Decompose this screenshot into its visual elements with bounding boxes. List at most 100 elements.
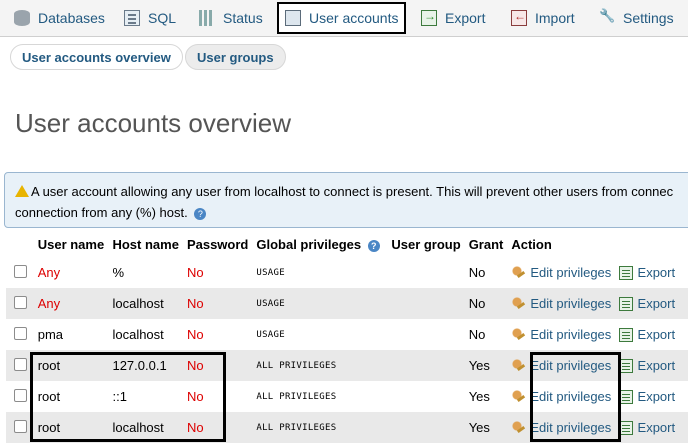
tab-sql[interactable]: SQL [118, 3, 176, 33]
tab-label: Databases [38, 10, 105, 26]
header-global-privileges: Global privileges ? [252, 232, 387, 257]
tab-label: User accounts [309, 10, 399, 26]
row-checkbox[interactable] [14, 295, 27, 309]
cell-user-group [387, 350, 465, 381]
row-select [6, 412, 34, 443]
database-icon [14, 10, 30, 26]
edit-privileges-icon [511, 328, 526, 343]
edit-privileges-link[interactable]: Edit privileges [511, 419, 612, 436]
tab-databases[interactable]: Databases [8, 3, 105, 33]
cell-global-privileges: USAGE [252, 319, 388, 350]
header-host-name: Host name [112, 237, 179, 252]
tab-user-accounts[interactable]: User accounts [277, 2, 406, 34]
tab-label: Settings [623, 10, 674, 26]
table-header-row: User name Host name Password Global priv… [6, 232, 688, 257]
warning-notice: A user account allowing any user from lo… [4, 172, 688, 228]
header-grant: Grant [468, 237, 504, 252]
header-select [6, 232, 34, 257]
cell-grant: No [464, 288, 508, 319]
cell-global-privileges: ALL PRIVILEGES [252, 412, 388, 443]
tab-label: Status [223, 10, 263, 26]
edit-privileges-link[interactable]: Edit privileges [511, 357, 612, 374]
row-select [6, 288, 34, 319]
cell-global-privileges: USAGE [252, 257, 388, 288]
row-select [6, 381, 34, 412]
cell-action: Edit privileges Export [507, 319, 688, 350]
status-icon [199, 10, 215, 26]
user-accounts-table: User name Host name Password Global priv… [6, 232, 688, 443]
header-global-privileges-label: Global privileges [256, 237, 362, 252]
edit-privileges-link[interactable]: Edit privileges [511, 265, 611, 281]
header-action: Action [511, 237, 552, 252]
edit-privileges-icon [511, 421, 526, 436]
edit-privileges-label: Edit privileges [530, 357, 612, 373]
cell-user-name: root [33, 412, 109, 443]
edit-privileges-icon [511, 359, 526, 374]
row-checkbox[interactable] [14, 419, 27, 433]
subtab-user-groups[interactable]: User groups [185, 44, 286, 70]
row-checkbox[interactable] [14, 264, 27, 278]
header-password: Password [186, 237, 249, 252]
warning-icon [15, 185, 29, 197]
cell-user-group [387, 381, 465, 412]
table-row: Any localhost No USAGE No Edit privileges Exp… [6, 288, 688, 319]
export-link[interactable]: Export [618, 358, 675, 374]
cell-global-privileges: ALL PRIVILEGES [252, 381, 388, 412]
cell-password: No [182, 350, 253, 381]
header-user-group: User group [391, 237, 461, 252]
row-select [6, 257, 34, 288]
edit-privileges-link[interactable]: Edit privileges [511, 296, 611, 312]
export-link[interactable]: Export [618, 420, 675, 436]
cell-global-privileges: ALL PRIVILEGES [252, 350, 388, 381]
edit-privileges-icon [511, 266, 526, 281]
subtab-label: User groups [197, 49, 274, 65]
import-icon [511, 9, 527, 26]
cell-host-name: localhost [108, 319, 183, 350]
edit-privileges-link[interactable]: Edit privileges [511, 389, 611, 405]
row-checkbox[interactable] [14, 326, 27, 340]
edit-privileges-label: Edit privileges [530, 419, 612, 435]
export-link[interactable]: Export [618, 326, 676, 343]
cell-password: No [182, 381, 253, 412]
cell-grant: No [464, 319, 508, 350]
sql-icon [124, 10, 140, 26]
top-navigation: Databases SQL Status User accounts Expor… [0, 0, 688, 37]
tab-status[interactable]: Status [193, 3, 263, 33]
tab-label: SQL [148, 10, 177, 26]
help-icon[interactable]: ? [194, 207, 207, 220]
table-row: pma localhost No USAGE No Edit privileges Exp… [6, 319, 688, 350]
cell-user-name: Any [33, 257, 109, 288]
notice-text: A user account allowing any user from lo… [31, 184, 674, 199]
row-checkbox[interactable] [14, 357, 27, 371]
edit-privileges-link[interactable]: Edit privileges [511, 327, 611, 343]
export-icon [618, 421, 633, 436]
row-checkbox[interactable] [14, 388, 27, 402]
table-row: root 127.0.0.1 No ALL PRIVILEGES Yes Edit pri… [6, 350, 688, 381]
tab-settings[interactable]: Settings [593, 3, 674, 33]
cell-action: Edit privileges Export [507, 381, 688, 412]
cell-global-privileges: USAGE [252, 288, 388, 319]
tab-export[interactable]: Export [415, 3, 485, 33]
subtab-user-accounts-overview[interactable]: User accounts overview [10, 44, 183, 70]
export-link[interactable]: Export [618, 389, 675, 405]
help-icon[interactable]: ? [367, 239, 380, 252]
export-icon [618, 328, 633, 343]
cell-password: No [182, 412, 253, 443]
cell-grant: No [464, 257, 508, 288]
cell-host-name: localhost [108, 288, 183, 319]
table-row: root localhost No ALL PRIVILEGES Yes Edit pri… [6, 412, 688, 443]
cell-host-name: 127.0.0.1 [108, 350, 183, 381]
export-link[interactable]: Export [618, 265, 675, 281]
export-label: Export [637, 326, 676, 342]
page-title: User accounts overview [15, 108, 291, 138]
wrench-icon [599, 8, 615, 26]
export-link[interactable]: Export [618, 296, 675, 312]
cell-grant: Yes [464, 350, 508, 381]
row-select [6, 319, 34, 350]
tab-import[interactable]: Import [505, 3, 575, 33]
edit-privileges-icon [511, 390, 526, 405]
cell-user-name: root [33, 381, 109, 412]
export-icon [618, 359, 633, 374]
export-icon [618, 390, 633, 405]
subtab-label: User accounts overview [22, 49, 171, 65]
